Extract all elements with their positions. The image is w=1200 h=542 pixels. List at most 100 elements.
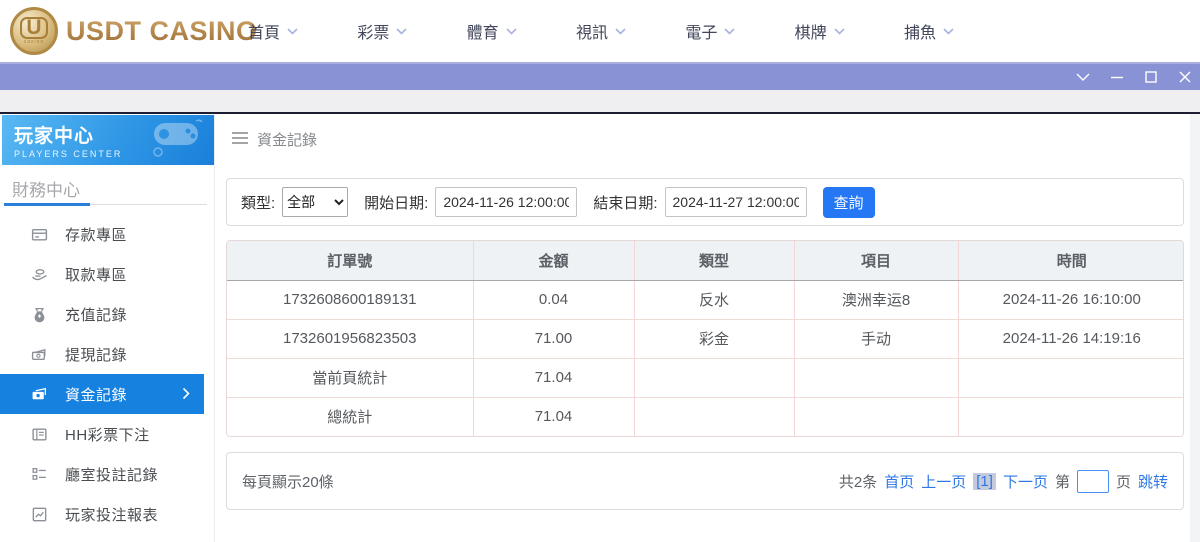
cell-item: 澳洲幸运8 [794, 280, 958, 319]
jump-prefix: 第 [1055, 471, 1070, 492]
page-jump-input[interactable] [1077, 470, 1109, 493]
sidebar-item-funds-records[interactable]: 資金記錄 [0, 374, 204, 414]
sidebar-item-player-bet-report[interactable]: 玩家投注報表 [0, 494, 215, 534]
credit-card-icon [31, 226, 48, 243]
cell-type: 反水 [634, 280, 794, 319]
scrollbar-track[interactable] [1190, 114, 1200, 542]
column-header: 類型 [634, 241, 794, 280]
gamepad-icon [146, 119, 206, 164]
cell-empty [794, 397, 958, 436]
cell-item: 手动 [794, 319, 958, 358]
end-date-label: 結束日期: [593, 192, 657, 213]
sidebar-item-withdraw-records[interactable]: 提現記錄 [0, 334, 215, 374]
cell-empty [958, 358, 1184, 397]
logo-subtext: casino [24, 39, 44, 45]
nav-item-home[interactable]: 首頁 [248, 19, 298, 43]
sidebar-item-hh-lottery-bets[interactable]: HH彩票下注 [0, 414, 215, 454]
document-list-icon [31, 426, 48, 443]
minimize-icon[interactable] [1110, 70, 1124, 84]
chevron-down-icon [834, 28, 845, 35]
prev-page-link[interactable]: 上一页 [921, 471, 966, 492]
chevron-down-icon [615, 28, 626, 35]
cell-empty [958, 397, 1184, 436]
start-date-input[interactable] [435, 187, 577, 217]
funds-table: 訂單號 金額 類型 項目 時間 1732608600189131 0.04 反水… [226, 240, 1184, 437]
nav-item-fishing[interactable]: 捕魚 [904, 19, 954, 43]
cell-amount: 71.04 [473, 358, 634, 397]
close-icon[interactable] [1178, 70, 1192, 84]
sidebar-item-withdraw-zone[interactable]: 取款專區 [0, 254, 215, 294]
players-center-banner: 玩家中心 PLAYERS CENTER [2, 115, 214, 165]
cell-amount: 0.04 [473, 280, 634, 319]
table-row: 1732608600189131 0.04 反水 澳洲幸运8 2024-11-2… [227, 280, 1184, 319]
end-date-input[interactable] [665, 187, 807, 217]
cell-empty [794, 358, 958, 397]
brand-logo[interactable]: U casino USDT CASINO [10, 7, 258, 55]
table-row-grand-total: 總統計 71.04 [227, 397, 1184, 436]
spacer-strip [0, 90, 1200, 112]
type-label: 類型: [241, 192, 275, 213]
funds-icon [31, 386, 48, 403]
money-bag-icon [31, 306, 48, 323]
nav-item-lottery[interactable]: 彩票 [357, 19, 407, 43]
table-row-page-subtotal: 當前頁統計 71.04 [227, 358, 1184, 397]
jump-button[interactable]: 跳转 [1138, 471, 1168, 492]
sidebar-item-room-bet-records[interactable]: 廳室投註記錄 [0, 454, 215, 494]
pagination-bar: 每頁顯示20條 共2条 首页 上一页 [1] 下一页 第 页 跳转 [226, 452, 1184, 510]
maximize-icon[interactable] [1144, 70, 1158, 84]
table-row: 1732601956823503 71.00 彩金 手动 2024-11-26 … [227, 319, 1184, 358]
brand-name: USDT CASINO [66, 16, 258, 47]
cell-empty [634, 397, 794, 436]
column-header: 時間 [958, 241, 1184, 280]
cell-amount: 71.04 [473, 397, 634, 436]
chevron-right-icon [182, 387, 190, 405]
chevron-down-icon [396, 28, 407, 35]
type-select[interactable]: 全部 [282, 187, 348, 217]
app-window: U casino USDT CASINO 首頁 彩票 體育 [0, 0, 1200, 542]
chevron-down-icon [724, 28, 735, 35]
window-title-bar [0, 62, 1200, 90]
cell-label: 當前頁統計 [227, 358, 473, 397]
cell-order-no: 1732608600189131 [227, 280, 473, 319]
next-page-link[interactable]: 下一页 [1003, 471, 1048, 492]
banknotes-icon [31, 346, 48, 363]
chart-report-icon [31, 506, 48, 523]
sidebar: 玩家中心 PLAYERS CENTER 財務中心 存款專區 [0, 114, 215, 542]
chevron-down-icon [506, 28, 517, 35]
logo-coin-icon: U casino [10, 7, 58, 55]
window-controls [1076, 64, 1192, 90]
collapse-chevron-icon[interactable] [1076, 70, 1090, 84]
cell-empty [634, 358, 794, 397]
cell-type: 彩金 [634, 319, 794, 358]
first-page-link[interactable]: 首页 [884, 471, 914, 492]
nav-item-boardgames[interactable]: 棋牌 [795, 19, 845, 43]
jump-suffix: 页 [1116, 471, 1131, 492]
cell-amount: 71.00 [473, 319, 634, 358]
cell-label: 總統計 [227, 397, 473, 436]
sidebar-item-recharge-records[interactable]: 充值記錄 [0, 294, 215, 334]
pagination-controls: 共2条 首页 上一页 [1] 下一页 第 页 跳转 [839, 470, 1168, 493]
search-button[interactable]: 查詢 [823, 187, 875, 218]
main-nav: 首頁 彩票 體育 視訊 電子 [248, 0, 954, 62]
current-page-badge[interactable]: [1] [973, 473, 996, 490]
top-header: U casino USDT CASINO 首頁 彩票 體育 [0, 0, 1200, 62]
finance-section-title: 財務中心 [12, 176, 80, 201]
sidebar-item-deposit-zone[interactable]: 存款專區 [0, 214, 215, 254]
sidebar-menu: 存款專區 取款專區 充值記錄 提現記錄 資金記錄 [0, 214, 215, 534]
start-date-label: 開始日期: [364, 192, 428, 213]
column-header: 訂單號 [227, 241, 473, 280]
nav-item-sports[interactable]: 體育 [467, 19, 517, 43]
page-size-text: 每頁顯示20條 [242, 471, 334, 492]
checklist-icon [31, 466, 48, 483]
column-header: 金額 [473, 241, 634, 280]
nav-item-video[interactable]: 視訊 [576, 19, 626, 43]
hamburger-icon[interactable] [232, 131, 248, 149]
nav-item-slots[interactable]: 電子 [685, 19, 735, 43]
filter-bar: 類型: 全部 開始日期: 結束日期: 查詢 [226, 178, 1184, 226]
breadcrumb: 資金記錄 [232, 129, 317, 150]
main-content: 資金記錄 類型: 全部 開始日期: 結束日期: 查詢 訂單 [216, 114, 1190, 542]
total-count: 共2条 [839, 471, 877, 492]
table-header-row: 訂單號 金額 類型 項目 時間 [227, 241, 1184, 280]
logo-letter: U [20, 17, 47, 39]
cell-time: 2024-11-26 16:10:00 [958, 280, 1184, 319]
